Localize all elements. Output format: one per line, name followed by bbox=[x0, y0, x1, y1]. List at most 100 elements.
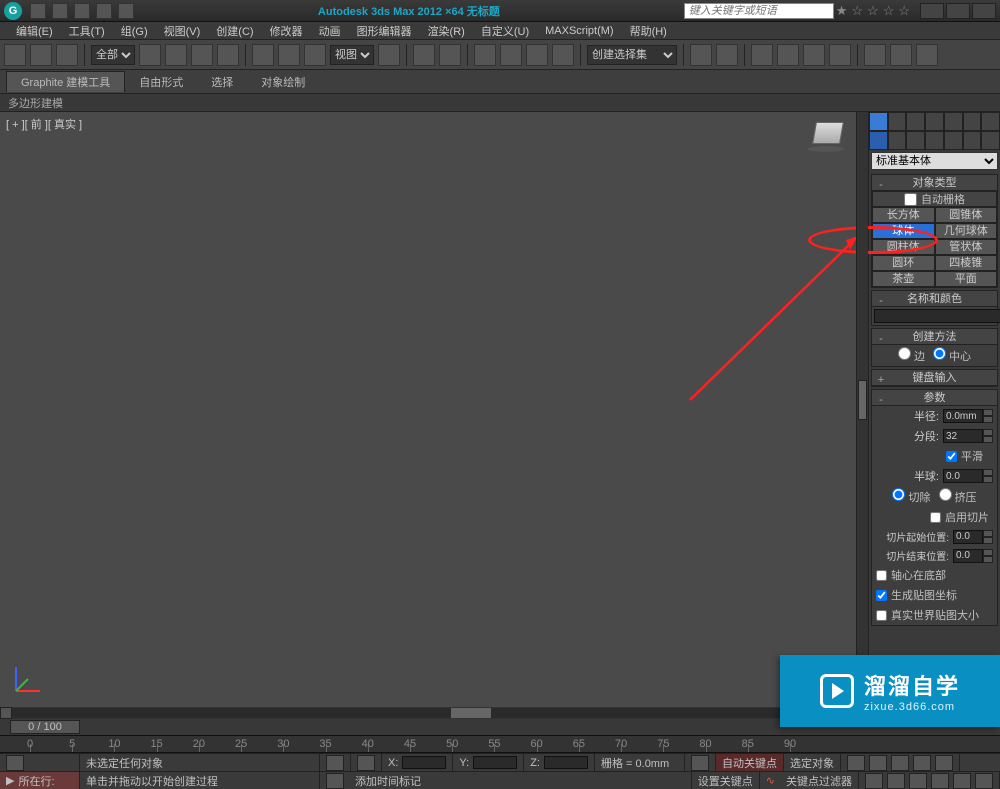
slice-on-checkbox[interactable] bbox=[930, 512, 941, 523]
create-shapes-icon[interactable] bbox=[888, 131, 907, 150]
create-systems-icon[interactable] bbox=[981, 131, 1000, 150]
create-method-edge[interactable]: 边 bbox=[898, 347, 925, 364]
selection-scope-select[interactable]: 全部 bbox=[91, 45, 135, 65]
rollout-parameters[interactable]: -参数 bbox=[872, 390, 997, 406]
qat-save-icon[interactable] bbox=[74, 3, 90, 19]
menu-customize[interactable]: 自定义(U) bbox=[473, 23, 537, 39]
spinner-up-icon[interactable] bbox=[983, 409, 993, 416]
nav-pan-icon[interactable] bbox=[865, 773, 883, 789]
menu-grapheditors[interactable]: 图形编辑器 bbox=[349, 23, 420, 39]
spinner-down-icon[interactable] bbox=[983, 537, 993, 544]
unlink-icon[interactable] bbox=[30, 44, 52, 66]
nav-zoom-icon[interactable] bbox=[887, 773, 905, 789]
panel-motion-icon[interactable] bbox=[925, 112, 944, 131]
hemisphere-input[interactable] bbox=[943, 469, 983, 483]
prev-frame-icon[interactable] bbox=[869, 755, 887, 771]
viewport[interactable]: [ + ][ 前 ][ 真实 ] bbox=[0, 112, 868, 707]
rollout-name-color[interactable]: -名称和颜色 bbox=[872, 291, 997, 307]
mirror-icon[interactable] bbox=[690, 44, 712, 66]
menu-tools[interactable]: 工具(T) bbox=[61, 23, 113, 39]
menu-create[interactable]: 创建(C) bbox=[208, 23, 261, 39]
nav-maximize-icon[interactable] bbox=[975, 773, 993, 789]
nav-fov-icon[interactable] bbox=[931, 773, 949, 789]
menu-view[interactable]: 视图(V) bbox=[156, 23, 209, 39]
play-icon[interactable] bbox=[891, 755, 909, 771]
primitive-teapot-button[interactable]: 茶壶 bbox=[872, 271, 935, 287]
star-icon[interactable]: ★ bbox=[836, 3, 848, 19]
time-slider-handle[interactable]: 0 / 100 bbox=[10, 720, 80, 734]
rollout-object-type[interactable]: -对象类型 bbox=[872, 175, 997, 191]
close-button[interactable] bbox=[972, 3, 996, 19]
select-name-icon[interactable] bbox=[165, 44, 187, 66]
menu-animation[interactable]: 动画 bbox=[311, 23, 349, 39]
ribbon-tab-freeform[interactable]: 自由形式 bbox=[125, 72, 197, 92]
qat-undo-icon[interactable] bbox=[96, 3, 112, 19]
segments-input[interactable] bbox=[943, 429, 983, 443]
spinner-down-icon[interactable] bbox=[983, 556, 993, 563]
next-frame-icon[interactable] bbox=[913, 755, 931, 771]
pivot-icon[interactable] bbox=[378, 44, 400, 66]
star-icon[interactable]: ☆ bbox=[851, 3, 863, 19]
coord-display-icon[interactable] bbox=[357, 755, 375, 771]
coord-x-input[interactable] bbox=[402, 756, 446, 769]
star-icon[interactable]: ☆ bbox=[867, 3, 879, 19]
menu-maxscript[interactable]: MAXScript(M) bbox=[537, 25, 621, 37]
menu-help[interactable]: 帮助(H) bbox=[622, 23, 675, 39]
trackbar-key-icon[interactable] bbox=[6, 755, 24, 771]
scale-icon[interactable] bbox=[304, 44, 326, 66]
layers-icon[interactable] bbox=[751, 44, 773, 66]
spinner-snap-icon[interactable] bbox=[552, 44, 574, 66]
spinner-up-icon[interactable] bbox=[983, 549, 993, 556]
set-key-button[interactable]: 设置关键点 bbox=[692, 772, 760, 789]
coord-y-input[interactable] bbox=[473, 756, 517, 769]
spinner-down-icon[interactable] bbox=[983, 416, 993, 423]
qat-new-icon[interactable] bbox=[30, 3, 46, 19]
ribbon-tab-selection[interactable]: 选择 bbox=[197, 72, 247, 92]
select-rect-icon[interactable] bbox=[191, 44, 213, 66]
scroll-left-icon[interactable] bbox=[0, 707, 12, 719]
bind-spacewarp-icon[interactable] bbox=[56, 44, 78, 66]
spinner-down-icon[interactable] bbox=[983, 476, 993, 483]
manip-icon[interactable] bbox=[413, 44, 435, 66]
primitive-plane-button[interactable]: 平面 bbox=[935, 271, 998, 287]
time-tag-icon[interactable] bbox=[326, 773, 344, 789]
smooth-checkbox[interactable] bbox=[946, 451, 957, 462]
star-icon[interactable]: ☆ bbox=[883, 3, 895, 19]
add-time-tag[interactable]: 添加时间标记 bbox=[355, 773, 421, 789]
create-helpers-icon[interactable] bbox=[944, 131, 963, 150]
menu-render[interactable]: 渲染(R) bbox=[420, 23, 473, 39]
ref-coord-select[interactable]: 视图 bbox=[330, 45, 374, 65]
panel-display-icon[interactable] bbox=[944, 112, 963, 131]
coord-z-input[interactable] bbox=[544, 756, 588, 769]
nav-orbit-icon[interactable] bbox=[953, 773, 971, 789]
minimize-button[interactable] bbox=[920, 3, 944, 19]
curve-editor-icon[interactable] bbox=[777, 44, 799, 66]
schematic-icon[interactable] bbox=[803, 44, 825, 66]
selection-lock[interactable]: 选定对象 bbox=[784, 754, 841, 771]
geometry-category-select[interactable]: 标准基本体 bbox=[871, 152, 998, 170]
primitive-pyramid-button[interactable]: 四棱锥 bbox=[935, 255, 998, 271]
viewport-scrollbar-vertical[interactable] bbox=[856, 112, 868, 707]
create-method-center[interactable]: 中心 bbox=[933, 347, 971, 364]
radius-input[interactable] bbox=[943, 409, 983, 423]
hemi-chop[interactable]: 切除 bbox=[892, 488, 930, 505]
create-lights-icon[interactable] bbox=[906, 131, 925, 150]
create-cameras-icon[interactable] bbox=[925, 131, 944, 150]
ribbon-tab-paint[interactable]: 对象绘制 bbox=[247, 72, 319, 92]
primitive-box-button[interactable]: 长方体 bbox=[872, 207, 935, 223]
nav-zoom-extents-icon[interactable] bbox=[909, 773, 927, 789]
align-icon[interactable] bbox=[716, 44, 738, 66]
maximize-button[interactable] bbox=[946, 3, 970, 19]
slice-from-input[interactable] bbox=[953, 530, 983, 544]
goto-end-icon[interactable] bbox=[935, 755, 953, 771]
rollout-create-method[interactable]: -创建方法 bbox=[872, 329, 997, 345]
gen-map-checkbox[interactable] bbox=[876, 590, 887, 601]
spinner-down-icon[interactable] bbox=[983, 436, 993, 443]
qat-open-icon[interactable] bbox=[52, 3, 68, 19]
help-search-input[interactable] bbox=[684, 3, 834, 19]
spinner-up-icon[interactable] bbox=[983, 429, 993, 436]
percent-snap-icon[interactable] bbox=[526, 44, 548, 66]
menu-modifiers[interactable]: 修改器 bbox=[262, 23, 311, 39]
panel-modify-icon[interactable] bbox=[888, 112, 907, 131]
autogrid-checkbox[interactable] bbox=[904, 193, 917, 206]
